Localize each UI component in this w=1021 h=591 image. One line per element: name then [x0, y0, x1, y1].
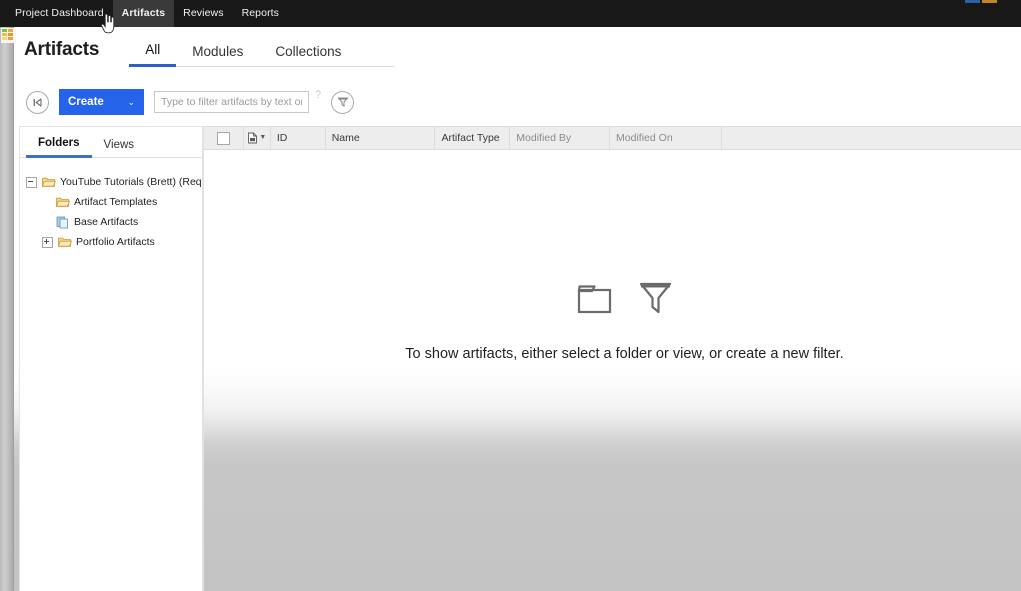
folder-open-icon	[42, 176, 56, 188]
page-header: Artifacts All Modules Collections	[14, 27, 1021, 67]
chevron-down-icon: ▼	[259, 127, 266, 149]
table-header-column-config[interactable]: ▼	[244, 127, 271, 149]
artifacts-toolbar: Create ⌄ ?	[26, 89, 354, 115]
folder-icon	[577, 282, 617, 316]
app-root: Project Dashboard Artifacts Reviews Repo…	[0, 0, 1021, 591]
tab-collections[interactable]: Collections	[259, 44, 357, 66]
topnav-item-project-dashboard[interactable]: Project Dashboard	[6, 0, 113, 27]
content-tabs: All Modules Collections	[129, 42, 394, 67]
topnav-item-artifacts[interactable]: Artifacts	[113, 0, 175, 27]
left-edge-rail	[0, 27, 14, 591]
tree-item-base-artifacts-label: Base Artifacts	[74, 216, 138, 228]
tree-item-artifact-templates[interactable]: Artifact Templates	[26, 192, 202, 212]
help-question-icon[interactable]: ?	[315, 89, 321, 101]
funnel-icon	[639, 280, 672, 316]
create-button-label: Create	[68, 96, 104, 108]
create-button[interactable]: Create ⌄	[59, 89, 144, 115]
table-header-id[interactable]: ID	[271, 127, 326, 149]
artifacts-table: ▼ ID Name Artifact Type Modified By Modi…	[204, 126, 1021, 591]
topnav-corner-decoration	[965, 0, 999, 3]
folder-tree: YouTube Tutorials (Brett) (Requirement A…	[20, 158, 202, 252]
collapse-sidebar-button[interactable]	[26, 91, 49, 114]
funnel-icon	[337, 96, 349, 108]
collapse-expander-icon[interactable]	[26, 177, 37, 188]
panel-divider	[203, 126, 204, 591]
artifact-filter-input[interactable]	[154, 91, 309, 113]
tree-item-base-artifacts[interactable]: Base Artifacts	[26, 212, 202, 232]
table-header-name[interactable]: Name	[326, 127, 436, 149]
page-title: Artifacts	[24, 39, 99, 61]
app-launcher-grid-icon[interactable]	[1, 28, 16, 43]
table-header-modified-on[interactable]: Modified On	[610, 127, 722, 149]
table-header-row: ▼ ID Name Artifact Type Modified By Modi…	[204, 126, 1021, 150]
topnav-item-reports[interactable]: Reports	[233, 0, 288, 27]
table-header-artifact-type[interactable]: Artifact Type	[435, 127, 510, 149]
tree-item-root-label: YouTube Tutorials (Brett) (Requirement	[60, 176, 202, 188]
tree-item-portfolio-artifacts-label: Portfolio Artifacts	[76, 236, 155, 248]
panel-tabs: Folders Views	[20, 127, 202, 158]
folder-open-icon	[58, 236, 72, 248]
folder-open-icon	[56, 196, 70, 208]
tree-item-artifact-templates-label: Artifact Templates	[74, 196, 157, 208]
topnav-item-reviews[interactable]: Reviews	[174, 0, 232, 27]
empty-state-message: To show artifacts, either select a folde…	[405, 346, 843, 362]
tab-all[interactable]: All	[129, 42, 176, 67]
main-canvas: Artifacts All Modules Collections Create…	[14, 27, 1021, 591]
panel-tab-views[interactable]: Views	[92, 139, 146, 157]
tree-item-portfolio-artifacts[interactable]: Portfolio Artifacts	[26, 232, 202, 252]
pages-icon	[56, 216, 70, 229]
select-all-checkbox[interactable]	[217, 132, 230, 145]
table-header-spare	[722, 127, 1021, 149]
tab-modules[interactable]: Modules	[176, 44, 259, 66]
expand-expander-icon[interactable]	[42, 237, 53, 248]
tree-item-root[interactable]: YouTube Tutorials (Brett) (Requirement	[26, 172, 202, 192]
document-config-icon	[247, 132, 258, 144]
empty-state: To show artifacts, either select a folde…	[204, 126, 1021, 426]
top-navigation-bar: Project Dashboard Artifacts Reviews Repo…	[0, 0, 1021, 27]
table-header-select-all[interactable]	[204, 127, 244, 149]
chevron-down-icon: ⌄	[127, 97, 135, 108]
skip-back-icon	[32, 97, 43, 108]
empty-state-icons	[577, 280, 672, 316]
panel-tab-folders[interactable]: Folders	[26, 137, 92, 158]
folders-views-panel: Folders Views YouTube Tutorials (Brett) …	[19, 126, 203, 591]
create-filter-button[interactable]	[331, 91, 354, 114]
table-header-modified-by[interactable]: Modified By	[510, 127, 610, 149]
